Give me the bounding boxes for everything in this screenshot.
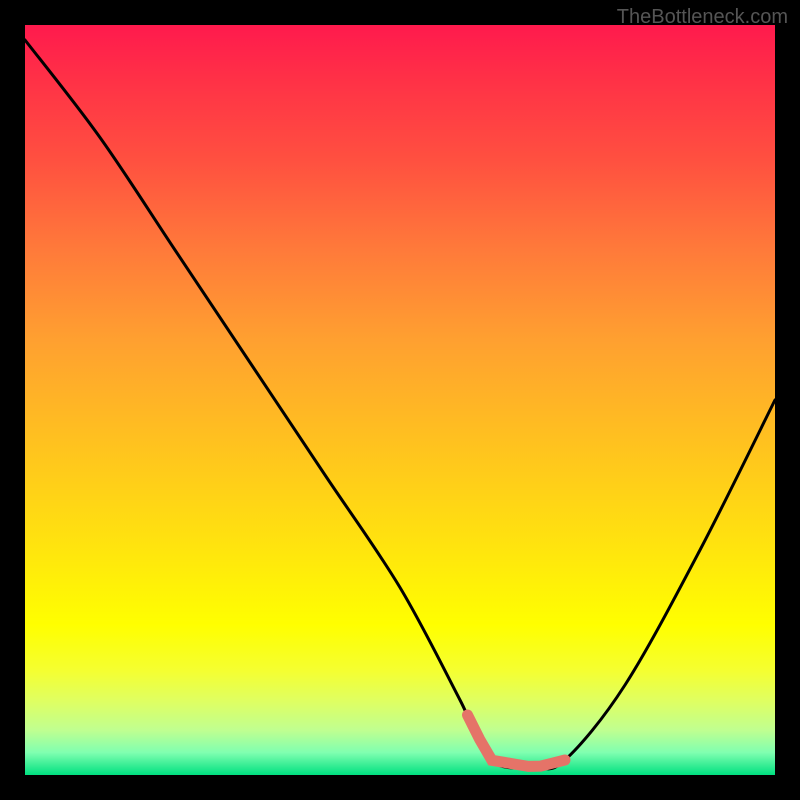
optimal-range-marker bbox=[468, 715, 566, 766]
bottleneck-curve-line bbox=[25, 40, 775, 769]
chart-svg bbox=[25, 25, 775, 775]
watermark-text: TheBottleneck.com bbox=[617, 6, 788, 29]
